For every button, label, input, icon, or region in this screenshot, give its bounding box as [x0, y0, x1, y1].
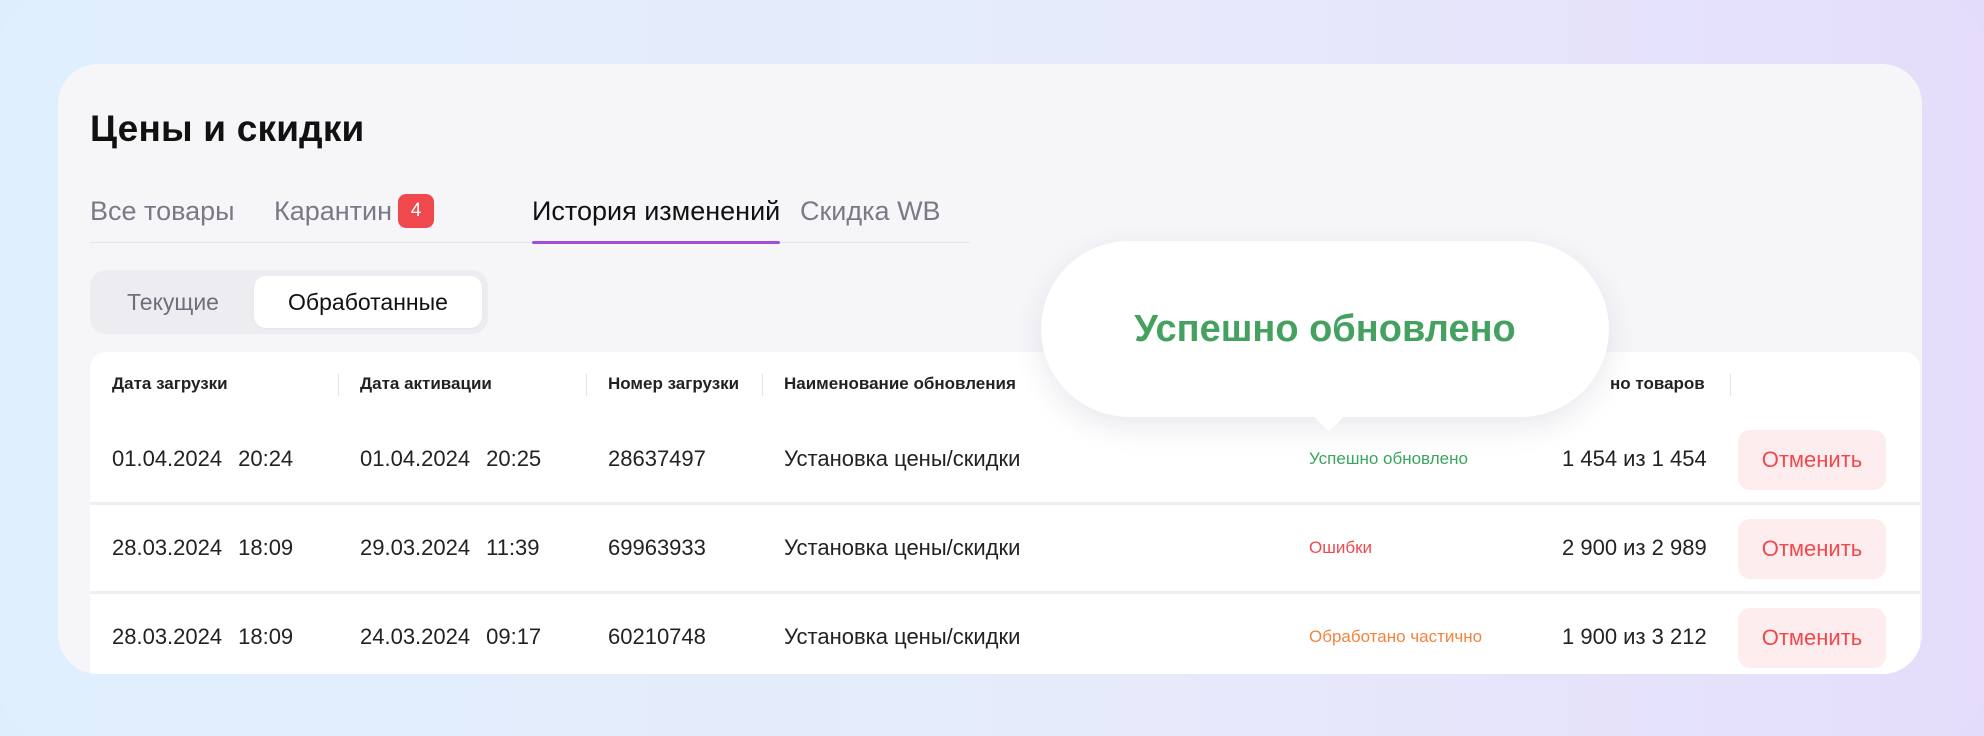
upload-time: 18:09 [238, 535, 294, 560]
update-name: Установка цены/скидки [784, 535, 1021, 560]
column-divider [762, 374, 763, 396]
quarantine-count-badge: 4 [398, 194, 435, 228]
history-table: Дата загрузки Дата активации Номер загру… [90, 352, 1920, 674]
table-row[interactable]: 01.04.2024 20:24 01.04.2024 20:25 28637497… [90, 416, 1920, 505]
table-row[interactable]: 28.03.2024 18:09 24.03.2024 09:17 60210748… [90, 594, 1920, 674]
column-divider [586, 374, 587, 396]
upload-number: 28637497 [608, 446, 706, 471]
tab-label: Все товары [90, 196, 235, 226]
upload-time: 20:24 [238, 446, 294, 471]
activation-datetime: 29.03.2024 11:39 [360, 505, 540, 591]
segment-processed[interactable]: Обработанные [254, 276, 482, 328]
segment-current[interactable]: Текущие [96, 276, 250, 328]
tab-label: Скидка WB [800, 196, 941, 226]
activation-datetime: 01.04.2024 20:25 [360, 416, 541, 502]
cancel-button[interactable]: Отменить [1738, 430, 1886, 490]
update-name: Установка цены/скидки [784, 624, 1021, 649]
activation-date: 01.04.2024 [360, 446, 471, 471]
table-row[interactable]: 28.03.2024 18:09 29.03.2024 11:39 69963933… [90, 505, 1920, 594]
table-header: Дата загрузки Дата активации Номер загру… [90, 352, 1920, 416]
tooltip-text: Успешно обновлено [1134, 308, 1516, 350]
status-segmented-control: Текущие Обработанные [90, 270, 488, 334]
tab-change-history[interactable]: История изменений [532, 194, 781, 244]
column-header-processed-goods[interactable]: но товаров [1610, 352, 1705, 416]
column-divider [1730, 374, 1731, 396]
upload-date: 28.03.2024 [112, 535, 223, 560]
prices-discounts-panel: Цены и скидки Все товары Карантин 4 Истор… [58, 64, 1922, 674]
upload-number: 60210748 [608, 624, 706, 649]
tab-bar: Все товары Карантин 4 История изменений С… [90, 194, 970, 244]
status-partial[interactable]: Обработано частично [1309, 594, 1482, 674]
upload-number: 69963933 [608, 535, 706, 560]
activation-datetime: 24.03.2024 09:17 [360, 594, 541, 674]
activation-date: 29.03.2024 [360, 535, 471, 560]
processed-count: 1 454 из 1 454 [1562, 446, 1707, 471]
tab-all-goods[interactable]: Все товары [90, 194, 235, 242]
cancel-button[interactable]: Отменить [1738, 519, 1886, 579]
upload-datetime: 28.03.2024 18:09 [112, 505, 293, 591]
column-header-update-name[interactable]: Наименование обновления [784, 352, 1016, 416]
column-header-activation-date[interactable]: Дата активации [360, 352, 492, 416]
processed-count: 2 900 из 2 989 [1562, 535, 1707, 560]
upload-datetime: 28.03.2024 18:09 [112, 594, 293, 674]
update-name: Установка цены/скидки [784, 446, 1021, 471]
page-background: Цены и скидки Все товары Карантин 4 Истор… [0, 0, 1984, 736]
status-tooltip: Успешно обновлено [1041, 241, 1609, 432]
column-header-upload-number[interactable]: Номер загрузки [608, 352, 739, 416]
upload-datetime: 01.04.2024 20:24 [112, 416, 293, 502]
tab-label: Карантин [274, 196, 393, 226]
column-divider [338, 374, 339, 396]
status-success[interactable]: Успешно обновлено [1309, 416, 1468, 502]
tab-quarantine[interactable]: Карантин 4 [274, 194, 435, 242]
column-header-upload-date[interactable]: Дата загрузки [112, 352, 228, 416]
upload-date: 01.04.2024 [112, 446, 223, 471]
tab-wb-discount[interactable]: Скидка WB [800, 194, 941, 242]
page-title: Цены и скидки [90, 108, 365, 149]
processed-count: 1 900 из 3 212 [1562, 624, 1707, 649]
cancel-button[interactable]: Отменить [1738, 608, 1886, 668]
activation-time: 11:39 [486, 535, 540, 560]
upload-date: 28.03.2024 [112, 624, 223, 649]
status-error[interactable]: Ошибки [1309, 505, 1372, 591]
activation-time: 09:17 [486, 624, 542, 649]
activation-time: 20:25 [486, 446, 542, 471]
activation-date: 24.03.2024 [360, 624, 471, 649]
upload-time: 18:09 [238, 624, 294, 649]
tab-label: История изменений [532, 196, 781, 226]
